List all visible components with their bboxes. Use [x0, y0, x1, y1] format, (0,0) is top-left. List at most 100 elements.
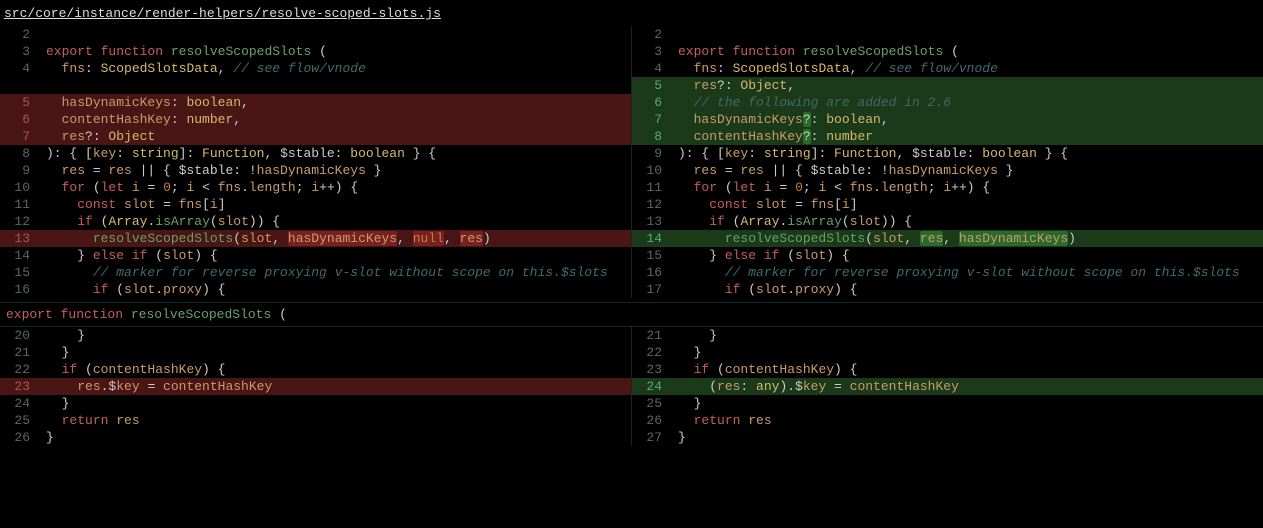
code-content: } [42, 395, 631, 412]
hunk-header[interactable]: export function resolveScopedSlots ( [0, 302, 1263, 327]
line-number: 8 [0, 145, 38, 162]
code-content: return res [674, 412, 1263, 429]
line-number: 5 [0, 94, 38, 111]
code-line[interactable]: 15 // marker for reverse proxying v-slot… [0, 264, 631, 281]
code-line[interactable]: 9): { [key: string]: Function, $stable: … [632, 145, 1263, 162]
line-number: 6 [632, 94, 670, 111]
code-content: for (let i = 0; i < fns.length; i++) { [674, 179, 1263, 196]
code-line[interactable]: 11 for (let i = 0; i < fns.length; i++) … [632, 179, 1263, 196]
code-line[interactable]: 2 [632, 26, 1263, 43]
code-line[interactable]: 7 res?: Object [0, 128, 631, 145]
code-content: export function resolveScopedSlots ( [42, 43, 631, 60]
code-line[interactable]: 6 contentHashKey: number, [0, 111, 631, 128]
code-line[interactable]: 3export function resolveScopedSlots ( [632, 43, 1263, 60]
code-line[interactable]: 25 return res [0, 412, 631, 429]
code-line[interactable]: 5 hasDynamicKeys: boolean, [0, 94, 631, 111]
line-number: 11 [0, 196, 38, 213]
code-line[interactable]: 12 const slot = fns[i] [632, 196, 1263, 213]
file-path-link[interactable]: src/core/instance/render-helpers/resolve… [0, 0, 1263, 26]
code-line[interactable]: 10 for (let i = 0; i < fns.length; i++) … [0, 179, 631, 196]
code-content: if (slot.proxy) { [42, 281, 631, 298]
line-number: 5 [632, 77, 670, 94]
code-line[interactable]: 2 [0, 26, 631, 43]
code-line[interactable]: 15 } else if (slot) { [632, 247, 1263, 264]
diff-hunk-1: 23export function resolveScopedSlots (4 … [0, 26, 1263, 298]
code-content: // marker for reverse proxying v-slot wi… [674, 264, 1263, 281]
code-content [42, 77, 631, 94]
code-content: if (contentHashKey) { [42, 361, 631, 378]
code-line[interactable]: 8): { [key: string]: Function, $stable: … [0, 145, 631, 162]
code-line[interactable]: 24 (res: any).$key = contentHashKey [632, 378, 1263, 395]
code-content: for (let i = 0; i < fns.length; i++) { [42, 179, 631, 196]
code-line[interactable]: 23 if (contentHashKey) { [632, 361, 1263, 378]
line-number: 17 [632, 281, 670, 298]
code-line[interactable]: 17 if (slot.proxy) { [632, 281, 1263, 298]
diff-right-pane: 23export function resolveScopedSlots (4 … [632, 26, 1263, 298]
code-line[interactable]: 25 } [632, 395, 1263, 412]
code-content: if (Array.isArray(slot)) { [674, 213, 1263, 230]
code-line[interactable]: 23 res.$key = contentHashKey [0, 378, 631, 395]
code-content: if (contentHashKey) { [674, 361, 1263, 378]
line-number: 10 [632, 162, 670, 179]
code-line[interactable]: 14 } else if (slot) { [0, 247, 631, 264]
code-content: export function resolveScopedSlots ( [674, 43, 1263, 60]
line-number: 22 [0, 361, 38, 378]
code-content [674, 26, 1263, 43]
code-line[interactable]: 10 res = res || { $stable: !hasDynamicKe… [632, 162, 1263, 179]
code-line[interactable]: 4 fns: ScopedSlotsData, // see flow/vnod… [632, 60, 1263, 77]
code-line[interactable]: 5 res?: Object, [632, 77, 1263, 94]
code-line[interactable]: 24 } [0, 395, 631, 412]
code-line[interactable]: 6 // the following are added in 2.6 [632, 94, 1263, 111]
code-content: // the following are added in 2.6 [674, 94, 1263, 111]
code-line[interactable]: 7 hasDynamicKeys?: boolean, [632, 111, 1263, 128]
code-content: const slot = fns[i] [42, 196, 631, 213]
code-content: const slot = fns[i] [674, 196, 1263, 213]
line-number: 2 [632, 26, 670, 43]
code-content: resolveScopedSlots(slot, res, hasDynamic… [674, 230, 1263, 247]
code-line[interactable]: 8 contentHashKey?: number [632, 128, 1263, 145]
code-line[interactable]: 21 } [0, 344, 631, 361]
diff-hunk-2: 20 }21 }22 if (contentHashKey) {23 res.$… [0, 327, 1263, 446]
code-content: res?: Object, [674, 77, 1263, 94]
code-line[interactable]: 13 resolveScopedSlots(slot, hasDynamicKe… [0, 230, 631, 247]
code-line[interactable]: 20 } [0, 327, 631, 344]
line-number: 8 [632, 128, 670, 145]
code-line[interactable]: 16 // marker for reverse proxying v-slot… [632, 264, 1263, 281]
code-line[interactable]: 16 if (slot.proxy) { [0, 281, 631, 298]
code-content: ): { [key: string]: Function, $stable: b… [42, 145, 631, 162]
code-line[interactable]: 21 } [632, 327, 1263, 344]
code-line[interactable]: 13 if (Array.isArray(slot)) { [632, 213, 1263, 230]
line-number: 14 [0, 247, 38, 264]
line-number: 15 [632, 247, 670, 264]
code-content: } [42, 429, 631, 446]
code-line[interactable]: 27} [632, 429, 1263, 446]
code-content: contentHashKey?: number [674, 128, 1263, 145]
code-line[interactable]: 26} [0, 429, 631, 446]
line-number: 4 [0, 60, 38, 77]
line-number: 4 [632, 60, 670, 77]
code-line[interactable]: 26 return res [632, 412, 1263, 429]
code-content: res = res || { $stable: !hasDynamicKeys … [674, 162, 1263, 179]
code-line[interactable]: 12 if (Array.isArray(slot)) { [0, 213, 631, 230]
code-line[interactable] [0, 77, 631, 94]
code-content: ): { [key: string]: Function, $stable: b… [674, 145, 1263, 162]
code-line[interactable]: 22 } [632, 344, 1263, 361]
code-line[interactable]: 11 const slot = fns[i] [0, 196, 631, 213]
code-line[interactable]: 9 res = res || { $stable: !hasDynamicKey… [0, 162, 631, 179]
line-number: 3 [632, 43, 670, 60]
code-content: fns: ScopedSlotsData, // see flow/vnode [674, 60, 1263, 77]
line-number: 10 [0, 179, 38, 196]
code-content: fns: ScopedSlotsData, // see flow/vnode [42, 60, 631, 77]
code-content: resolveScopedSlots(slot, hasDynamicKeys,… [42, 230, 631, 247]
code-line[interactable]: 14 resolveScopedSlots(slot, res, hasDyna… [632, 230, 1263, 247]
line-number: 2 [0, 26, 38, 43]
diff-right-pane: 21 }22 }23 if (contentHashKey) {24 (res:… [632, 327, 1263, 446]
line-number: 7 [632, 111, 670, 128]
line-number: 16 [0, 281, 38, 298]
line-number: 21 [0, 344, 38, 361]
code-line[interactable]: 22 if (contentHashKey) { [0, 361, 631, 378]
code-line[interactable]: 3export function resolveScopedSlots ( [0, 43, 631, 60]
diff-left-pane: 20 }21 }22 if (contentHashKey) {23 res.$… [0, 327, 632, 446]
code-line[interactable]: 4 fns: ScopedSlotsData, // see flow/vnod… [0, 60, 631, 77]
code-content: } else if (slot) { [674, 247, 1263, 264]
